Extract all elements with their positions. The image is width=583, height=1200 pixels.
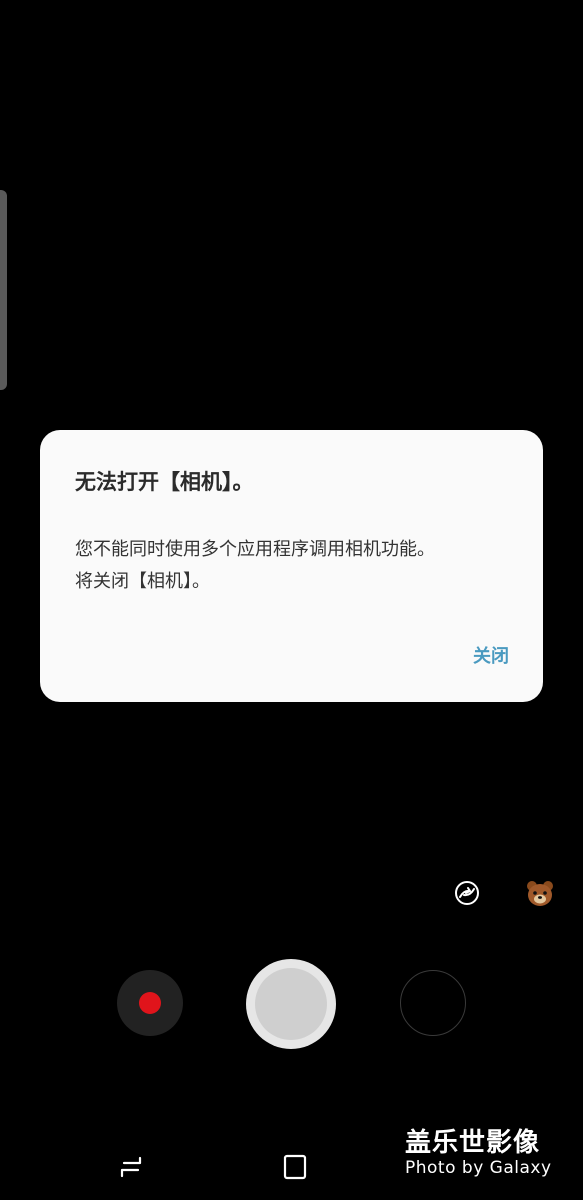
close-button[interactable]: 关闭: [473, 642, 509, 668]
shutter-button[interactable]: [246, 959, 336, 1049]
edge-panel-handle[interactable]: [0, 190, 7, 390]
recent-apps-icon[interactable]: [116, 1152, 146, 1182]
error-dialog: 无法打开【相机】。 您不能同时使用多个应用程序调用相机功能。 将关闭【相机】。 …: [40, 430, 543, 702]
shutter-inner: [255, 968, 327, 1040]
watermark-sub: Photo by Galaxy: [405, 1158, 552, 1178]
dialog-message: 您不能同时使用多个应用程序调用相机功能。 将关闭【相机】。: [75, 534, 515, 598]
home-icon[interactable]: [280, 1152, 310, 1182]
dialog-title: 无法打开【相机】。: [75, 470, 254, 494]
watermark-main: 盖乐世影像: [405, 1128, 541, 1158]
dialog-message-line2: 将关闭【相机】。: [75, 571, 210, 592]
rotate-camera-icon[interactable]: [452, 878, 482, 908]
record-video-button[interactable]: [117, 970, 183, 1036]
watermark: 盖乐世影像 Photo by Galaxy: [405, 1128, 575, 1178]
record-dot-icon: [139, 992, 161, 1014]
bear-sticker-icon[interactable]: [525, 878, 555, 908]
gallery-thumbnail-button[interactable]: [400, 970, 466, 1036]
dialog-message-line1: 您不能同时使用多个应用程序调用相机功能。: [75, 539, 435, 560]
